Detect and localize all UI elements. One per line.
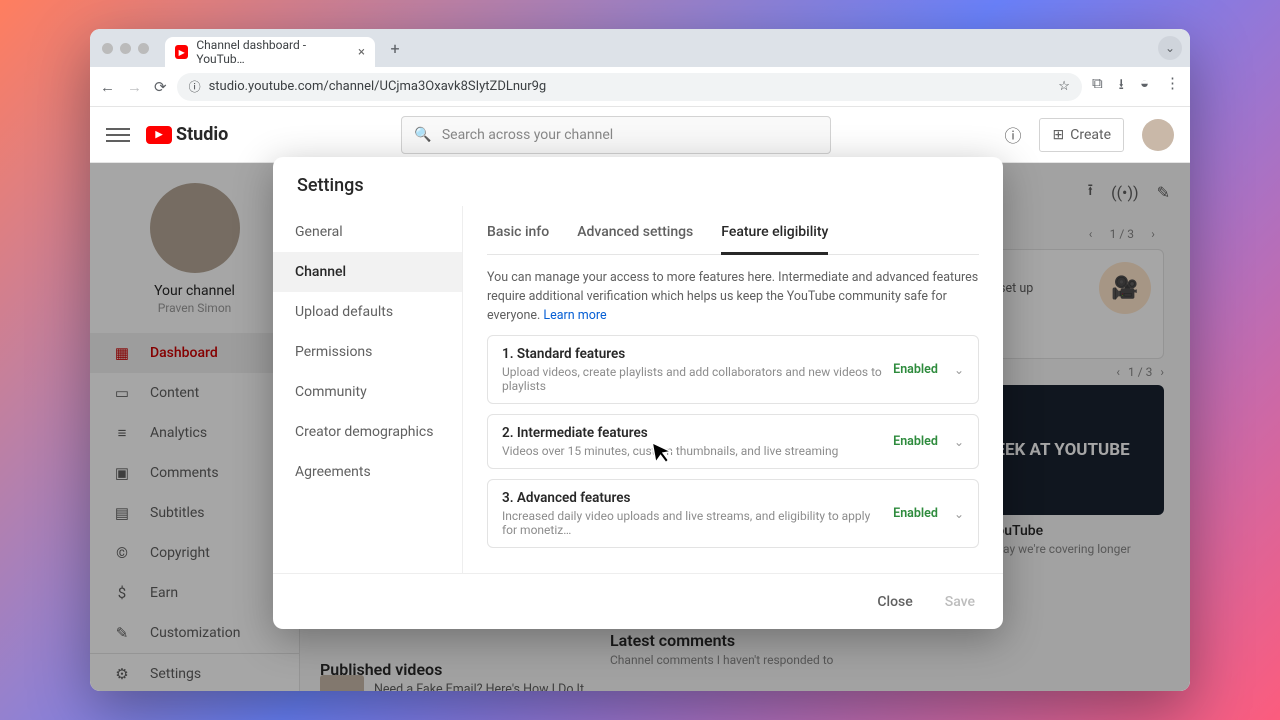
- new-tab-button[interactable]: +: [383, 36, 407, 60]
- menu-button[interactable]: [106, 128, 130, 142]
- close-tab-icon[interactable]: ×: [358, 45, 365, 60]
- chevron-down-icon[interactable]: ⌄: [954, 363, 964, 377]
- feature-card[interactable]: 1. Standard features Upload videos, creat…: [487, 335, 979, 404]
- window-controls[interactable]: [102, 43, 149, 54]
- browser-toolbar: ← → ⟳ ⓘ studio.youtube.com/channel/UCjma…: [90, 67, 1190, 107]
- feature-subtitle: Videos over 15 minutes, custom thumbnail…: [502, 444, 883, 458]
- feature-title: 1. Standard features: [502, 346, 883, 362]
- account-avatar[interactable]: [1142, 119, 1174, 151]
- browser-tab[interactable]: Channel dashboard - YouTub… ×: [165, 37, 375, 67]
- feature-card[interactable]: 3. Advanced features Increased daily vide…: [487, 479, 979, 548]
- settings-modal: Settings GeneralChannelUpload defaultsPe…: [273, 157, 1003, 629]
- settings-item-creator-demographics[interactable]: Creator demographics: [273, 412, 462, 452]
- feature-title: 3. Advanced features: [502, 490, 883, 506]
- studio-logo[interactable]: Studio: [146, 124, 228, 145]
- feature-title: 2. Intermediate features: [502, 425, 883, 441]
- help-icon[interactable]: ⓘ: [1004, 122, 1021, 147]
- downloads-icon[interactable]: ⭳: [1119, 74, 1124, 99]
- youtube-play-icon: [146, 126, 172, 144]
- logo-text: Studio: [176, 124, 228, 145]
- bookmark-icon[interactable]: ☆: [1058, 79, 1070, 94]
- create-label: Create: [1070, 127, 1111, 143]
- feature-status: Enabled: [893, 434, 938, 449]
- settings-item-permissions[interactable]: Permissions: [273, 332, 462, 372]
- chevron-down-icon[interactable]: ⌄: [954, 435, 964, 449]
- learn-more-link[interactable]: Learn more: [543, 308, 606, 323]
- close-button[interactable]: Close: [869, 588, 920, 616]
- address-bar[interactable]: ⓘ studio.youtube.com/channel/UCjma3Oxavk…: [177, 73, 1082, 101]
- reload-button[interactable]: ⟳: [154, 78, 167, 96]
- search-icon: 🔍: [414, 127, 431, 143]
- url-text: studio.youtube.com/channel/UCjma3Oxavk8S…: [209, 79, 547, 94]
- modal-tabs: Basic info Advanced settings Feature eligi…: [487, 216, 979, 255]
- browser-tab-bar: Channel dashboard - YouTub… × + ⌄: [90, 29, 1190, 67]
- profile-icon[interactable]: ◒: [1140, 74, 1149, 99]
- create-button[interactable]: ⊞ Create: [1039, 118, 1124, 152]
- search-placeholder: Search across your channel: [442, 127, 613, 143]
- feature-status: Enabled: [893, 506, 938, 521]
- settings-item-agreements[interactable]: Agreements: [273, 452, 462, 492]
- back-button[interactable]: ←: [100, 78, 115, 96]
- youtube-favicon-icon: [175, 45, 188, 59]
- extensions-icon[interactable]: ⧉: [1092, 74, 1103, 99]
- tab-feature-eligibility[interactable]: Feature eligibility: [721, 216, 828, 255]
- tab-advanced-settings[interactable]: Advanced settings: [577, 216, 693, 254]
- save-button: Save: [937, 588, 983, 616]
- settings-item-general[interactable]: General: [273, 212, 462, 252]
- feature-subtitle: Upload videos, create playlists and add …: [502, 365, 883, 393]
- modal-title: Settings: [273, 157, 1003, 206]
- settings-item-upload-defaults[interactable]: Upload defaults: [273, 292, 462, 332]
- site-info-icon[interactable]: ⓘ: [189, 78, 201, 95]
- feature-subtitle: Increased daily video uploads and live s…: [502, 509, 883, 537]
- forward-button[interactable]: →: [127, 78, 142, 96]
- modal-sidebar: GeneralChannelUpload defaultsPermissions…: [273, 206, 463, 573]
- feature-description: You can manage your access to more featu…: [487, 269, 979, 325]
- menu-icon[interactable]: ⋮: [1165, 74, 1180, 99]
- search-input[interactable]: 🔍 Search across your channel: [401, 116, 831, 154]
- feature-status: Enabled: [893, 362, 938, 377]
- create-icon: ⊞: [1052, 127, 1064, 143]
- settings-item-channel[interactable]: Channel: [273, 252, 462, 292]
- tab-basic-info[interactable]: Basic info: [487, 216, 549, 254]
- feature-card[interactable]: 2. Intermediate features Videos over 15 m…: [487, 414, 979, 469]
- studio-header: Studio 🔍 Search across your channel ⓘ ⊞ …: [90, 107, 1190, 163]
- settings-item-community[interactable]: Community: [273, 372, 462, 412]
- tab-title: Channel dashboard - YouTub…: [196, 38, 350, 66]
- chevron-down-icon[interactable]: ⌄: [954, 507, 964, 521]
- tabs-dropdown-icon[interactable]: ⌄: [1158, 36, 1182, 60]
